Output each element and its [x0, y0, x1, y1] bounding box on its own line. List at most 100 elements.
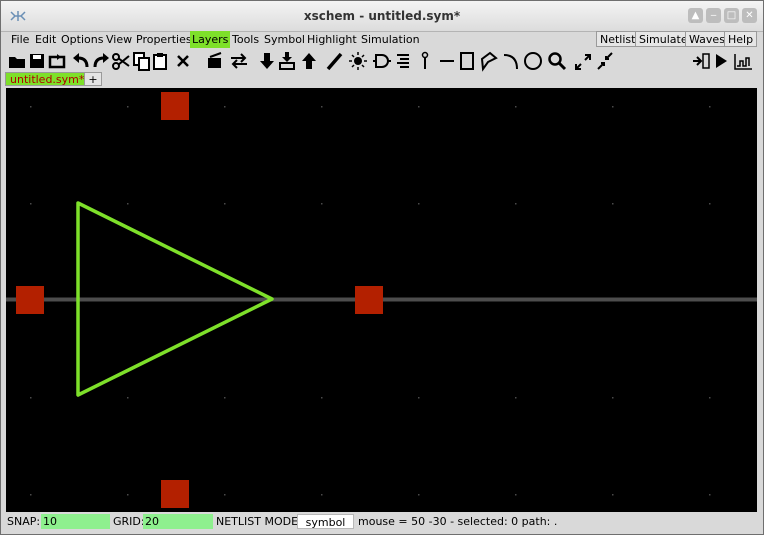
status-info: mouse = 50 -30 - selected: 0 path: . [358, 515, 558, 528]
grid-dot [709, 397, 711, 399]
waves-icon[interactable] [733, 50, 753, 72]
tab-untitled-sym[interactable]: untitled.sym* [5, 72, 90, 86]
grid-dot [321, 397, 323, 399]
menu-bar: File Edit Options View Properties Layers… [5, 31, 758, 48]
grid-dot [127, 494, 129, 496]
line-icon[interactable] [437, 50, 457, 72]
grid-dot [612, 203, 614, 205]
minimize-icon[interactable]: ‒ [706, 8, 721, 23]
redo-icon[interactable] [91, 50, 111, 72]
zoom-icon[interactable] [547, 50, 567, 72]
undo-icon[interactable] [71, 50, 91, 72]
grid-dot [418, 494, 420, 496]
rect-icon[interactable] [457, 50, 477, 72]
waves-button[interactable]: Waves [685, 31, 729, 47]
window-title: xschem - untitled.sym* [303, 9, 461, 23]
grid-dot [321, 203, 323, 205]
grid-dot [224, 203, 226, 205]
netlist-button[interactable]: Netlist [596, 31, 640, 47]
pin-bottom[interactable] [161, 480, 189, 508]
grid-dot [321, 106, 323, 108]
xschem-window: xschem - untitled.sym* ▲ ‒ □ ✕ File Edit… [0, 0, 764, 535]
menu-view[interactable]: View [104, 31, 134, 48]
reload-icon[interactable] [47, 50, 67, 72]
new-tab-button[interactable]: + [84, 72, 102, 86]
paste-icon[interactable] [151, 50, 171, 72]
grid-dot [127, 106, 129, 108]
pop-up-icon[interactable] [299, 50, 319, 72]
grid-label: GRID: [113, 515, 145, 528]
symbol-drawing [6, 92, 757, 508]
grid-dot [612, 106, 614, 108]
zoom-out-icon[interactable] [595, 50, 615, 72]
pin-icon[interactable] [415, 50, 435, 72]
zoom-in-icon[interactable] [573, 50, 593, 72]
circle-icon[interactable] [523, 50, 543, 72]
hierarchy-icon[interactable] [277, 50, 297, 72]
pin-left[interactable] [16, 286, 44, 314]
menu-edit[interactable]: Edit [33, 31, 58, 48]
netlist-list-icon[interactable] [393, 50, 413, 72]
swap-icon[interactable] [229, 50, 249, 72]
pin-right[interactable] [355, 286, 383, 314]
menu-layers[interactable]: Layers [190, 31, 231, 48]
status-bar: SNAP: 10 GRID: 20 NETLIST MODE: symbol m… [5, 513, 757, 531]
grid-dot [127, 397, 129, 399]
menu-tools[interactable]: Tools [230, 31, 261, 48]
snap-input[interactable]: 10 [41, 514, 110, 529]
menu-simulation[interactable]: Simulation [359, 31, 422, 48]
netlist-mode-label: NETLIST MODE: [216, 515, 302, 528]
menu-symbol[interactable]: Symbol [262, 31, 307, 48]
grid-dot [612, 397, 614, 399]
grid-dot [515, 106, 517, 108]
grid-dot [612, 494, 614, 496]
gate-icon[interactable] [371, 50, 391, 72]
menu-options[interactable]: Options [59, 31, 105, 48]
simulate-button[interactable]: Simulate [635, 31, 692, 47]
grid-dot [709, 494, 711, 496]
save-icon[interactable] [27, 50, 47, 72]
grid-dot [515, 494, 517, 496]
grid-dot [224, 494, 226, 496]
grid-dot [321, 494, 323, 496]
insert-icon[interactable] [691, 50, 711, 72]
menu-properties[interactable]: Properties [134, 31, 194, 48]
close-icon[interactable]: ✕ [742, 8, 757, 23]
help-button[interactable]: Help [724, 31, 758, 47]
move-icon[interactable] [205, 50, 225, 72]
open-folder-icon[interactable] [7, 50, 27, 72]
grid-dot [30, 397, 32, 399]
schematic-canvas[interactable] [6, 88, 757, 512]
cut-icon[interactable] [111, 50, 131, 72]
menu-highlight[interactable]: Highlight [305, 31, 359, 48]
window-controls: ▲ ‒ □ ✕ [688, 8, 757, 23]
grid-dot [30, 494, 32, 496]
toolbar [5, 50, 757, 72]
grid-dot [30, 203, 32, 205]
grid-dot [224, 397, 226, 399]
arc-icon[interactable] [501, 50, 521, 72]
highlight-icon[interactable] [347, 50, 367, 72]
copy-icon[interactable] [131, 50, 151, 72]
grid-dot [30, 106, 32, 108]
grid-dot [418, 106, 420, 108]
wire-pen-icon[interactable] [325, 50, 345, 72]
title-bar[interactable]: xschem - untitled.sym* ▲ ‒ □ ✕ [1, 1, 763, 32]
grid-dot [709, 106, 711, 108]
grid-dot [418, 203, 420, 205]
push-down-icon[interactable] [257, 50, 277, 72]
pin-top[interactable] [161, 92, 189, 120]
play-icon[interactable] [711, 50, 731, 72]
grid-dot [127, 203, 129, 205]
polygon-icon[interactable] [479, 50, 499, 72]
grid-dot [515, 397, 517, 399]
menu-file[interactable]: File [9, 31, 31, 48]
grid-dot [418, 397, 420, 399]
grid-input[interactable]: 20 [143, 514, 213, 529]
keep-above-icon[interactable]: ▲ [688, 8, 703, 23]
grid-dot [224, 106, 226, 108]
netlist-mode-value[interactable]: symbol [297, 514, 354, 529]
maximize-icon[interactable]: □ [724, 8, 739, 23]
delete-icon[interactable] [173, 50, 193, 72]
grid-dot [515, 203, 517, 205]
